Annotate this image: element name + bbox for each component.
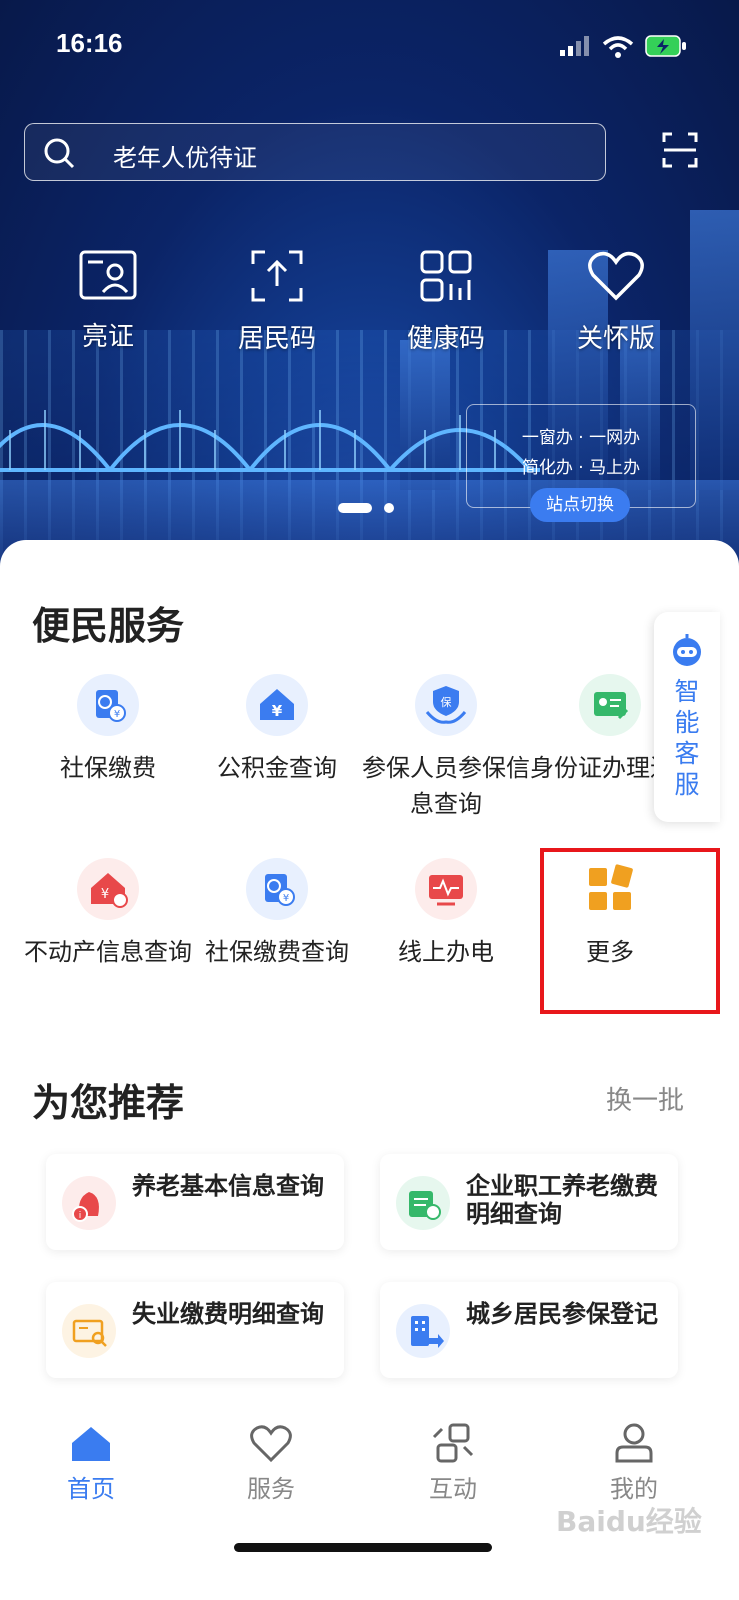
monitor-pulse-icon xyxy=(415,858,477,920)
recommend-item[interactable]: 失业缴费明细查询 xyxy=(46,1282,344,1378)
wifi-icon xyxy=(602,36,634,58)
quick-action-health-code[interactable]: 健康码 xyxy=(376,250,516,355)
tab-services[interactable]: 服务 xyxy=(211,1423,331,1504)
skyline-building xyxy=(690,210,739,490)
robot-icon xyxy=(673,634,701,666)
carousel-dot-active[interactable] xyxy=(338,503,372,513)
quick-action-care-mode[interactable]: 关怀版 xyxy=(546,250,686,355)
passport-yuan-icon: ¥ xyxy=(77,674,139,736)
tab-label: 互动 xyxy=(429,1475,477,1503)
recommend-item[interactable]: i 养老基本信息查询 xyxy=(46,1154,344,1250)
battery-charging-icon xyxy=(645,35,686,57)
shield-hands-icon: 保 xyxy=(415,674,477,736)
pension-icon: i xyxy=(62,1176,116,1230)
quick-action-label: 亮证 xyxy=(81,322,134,352)
service-label: 不动产信息查询 xyxy=(24,938,192,966)
house-yuan-icon: ¥ xyxy=(246,674,308,736)
service-label: 参保人员参保信息查询 xyxy=(362,754,530,818)
service-label: 公积金查询 xyxy=(217,754,337,782)
quick-action-show-cert[interactable]: 亮证 xyxy=(38,250,178,353)
upload-code-icon xyxy=(251,250,303,302)
tab-mine[interactable]: 我的 xyxy=(574,1423,694,1504)
home-indicator[interactable] xyxy=(234,1543,492,1552)
tab-home[interactable]: 首页 xyxy=(31,1423,151,1504)
service-insured-info[interactable]: 保 参保人员参保信息查询 xyxy=(361,674,531,822)
qr-grid-icon xyxy=(420,250,472,302)
slogan-line-1: 一窗办 · 一网办 xyxy=(521,428,641,448)
quick-action-label: 关怀版 xyxy=(576,324,655,354)
id-card-edit-icon xyxy=(579,674,641,736)
service-social-insurance-query[interactable]: ¥ 社保缴费查询 xyxy=(192,858,362,970)
id-search-icon xyxy=(62,1304,116,1358)
building-icon xyxy=(396,1304,450,1358)
status-time: 16:16 xyxy=(56,28,123,58)
recommend-label: 企业职工养老缴费明细查询 xyxy=(466,1172,658,1228)
exchange-icon xyxy=(432,1423,474,1463)
svg-text:¥: ¥ xyxy=(114,709,120,720)
station-switch-button[interactable]: 站点切换 xyxy=(530,488,630,522)
section-title-recommend: 为您推荐 xyxy=(32,1081,185,1125)
quick-action-resident-code[interactable]: 居民码 xyxy=(207,250,347,355)
status-bar: 16:16 xyxy=(0,0,739,95)
service-label: 线上办电 xyxy=(398,938,494,966)
search-icon xyxy=(44,138,75,169)
recommend-item[interactable]: 企业职工养老缴费明细查询 xyxy=(380,1154,678,1250)
bridge-illustration xyxy=(0,410,540,472)
tab-label: 首页 xyxy=(67,1475,115,1503)
recommend-label: 养老基本信息查询 xyxy=(132,1172,324,1200)
passport-yuan-icon: ¥ xyxy=(246,858,308,920)
service-social-insurance-pay[interactable]: ¥ 社保缴费 xyxy=(23,674,193,786)
svg-text:¥: ¥ xyxy=(101,887,109,902)
cellular-signal-icon xyxy=(560,36,589,56)
refresh-batch-button[interactable]: 换一批 xyxy=(606,1080,684,1117)
house-yuan-red-icon: ¥ xyxy=(77,858,139,920)
heart-outline-icon xyxy=(250,1425,292,1463)
tab-interact[interactable]: 互动 xyxy=(393,1423,513,1504)
service-online-electricity[interactable]: 线上办电 xyxy=(361,858,531,970)
tab-label: 我的 xyxy=(610,1475,658,1503)
quick-action-label: 健康码 xyxy=(406,324,485,354)
svg-text:i: i xyxy=(79,1211,82,1221)
home-icon xyxy=(72,1427,110,1461)
search-placeholder: 老年人优待证 xyxy=(113,144,257,172)
section-title-convenience: 便民服务 xyxy=(32,604,185,648)
highlight-box xyxy=(540,848,720,1014)
svg-text:¥: ¥ xyxy=(283,893,289,904)
carousel-dot[interactable] xyxy=(384,503,394,513)
service-label: 社保缴费 xyxy=(60,754,156,782)
tab-label: 服务 xyxy=(247,1475,295,1503)
smart-service-label: 智能客服 xyxy=(674,677,700,799)
watermark: Baidu经验 xyxy=(556,1505,702,1538)
heart-icon xyxy=(588,251,644,301)
svg-text:保: 保 xyxy=(441,695,452,709)
recommend-label: 城乡居民参保登记 xyxy=(466,1300,658,1328)
scan-icon[interactable] xyxy=(662,132,698,168)
smart-service-float-button[interactable]: 智能客服 xyxy=(654,612,720,822)
slogan-line-2: 简化办 · 马上办 xyxy=(521,458,641,478)
quick-action-label: 居民码 xyxy=(237,324,316,354)
service-real-estate-info[interactable]: ¥ 不动产信息查询 xyxy=(23,858,193,970)
recommend-label: 失业缴费明细查询 xyxy=(132,1300,324,1328)
id-card-icon xyxy=(79,250,137,300)
service-label: 社保缴费查询 xyxy=(205,938,349,966)
payment-detail-icon xyxy=(396,1176,450,1230)
recommend-item[interactable]: 城乡居民参保登记 xyxy=(380,1282,678,1378)
user-icon xyxy=(615,1423,653,1463)
service-housing-fund[interactable]: ¥ 公积金查询 xyxy=(192,674,362,786)
search-bar[interactable]: 老年人优待证 xyxy=(24,123,606,181)
svg-text:¥: ¥ xyxy=(272,702,283,720)
